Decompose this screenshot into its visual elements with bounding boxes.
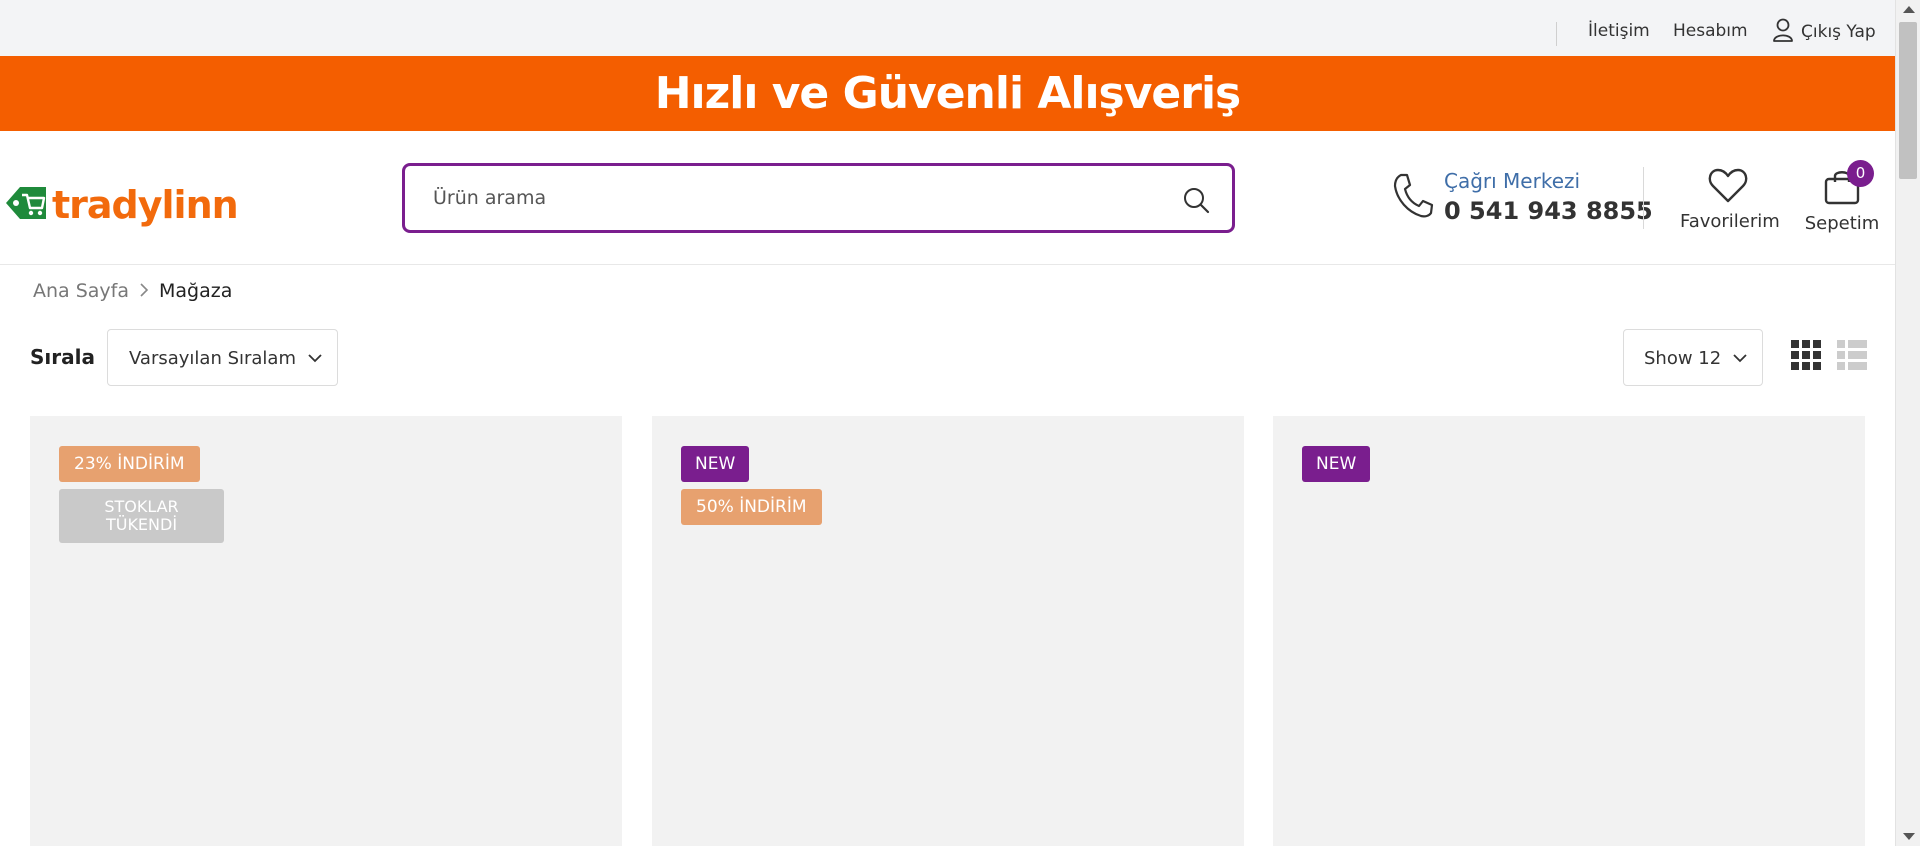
shopping-cart-tag-icon: [2, 181, 50, 229]
breadcrumb: Ana Sayfa Mağaza: [33, 280, 232, 302]
logout-link[interactable]: Çıkış Yap: [1772, 18, 1876, 46]
shopping-bag-icon: [1822, 171, 1862, 209]
logout-label: Çıkış Yap: [1801, 22, 1876, 42]
search-box: [402, 163, 1235, 233]
out-of-stock-badge: STOKLAR TÜKENDİ: [59, 489, 224, 543]
new-badge: NEW: [681, 446, 750, 482]
cart-count-badge: 0: [1847, 160, 1874, 187]
call-center: Çağrı Merkezi 0 541 943 8855: [1392, 169, 1653, 225]
top-utility-bar: İletişim Hesabım Çıkış Yap: [0, 0, 1895, 56]
user-icon: [1772, 18, 1794, 46]
call-center-label: Çağrı Merkezi: [1444, 169, 1581, 193]
promo-banner: Hızlı ve Güvenli Alışveriş: [0, 56, 1895, 131]
site-header: tradylinn Çağrı Merkezi 0 541 943 8855 F…: [0, 131, 1895, 265]
sort-dropdown[interactable]: Varsayılan Sıralama: [107, 329, 338, 386]
search-icon[interactable]: [1182, 186, 1210, 218]
new-badge: NEW: [1302, 446, 1371, 482]
scrollbar-thumb[interactable]: [1899, 22, 1917, 179]
stock-badge-line2: TÜKENDİ: [105, 515, 178, 534]
topbar-divider: [1556, 22, 1557, 46]
breadcrumb-home[interactable]: Ana Sayfa: [33, 280, 129, 302]
favorites-label: Favorilerim: [1680, 211, 1780, 232]
favorites-button[interactable]: Favorilerim: [1680, 167, 1780, 232]
call-center-phone[interactable]: 0 541 943 8855: [1444, 197, 1653, 225]
scroll-up-arrow-icon[interactable]: [1903, 6, 1915, 13]
promo-text: Hızlı ve Güvenli Alışveriş: [654, 68, 1242, 119]
page-scrollbar[interactable]: [1895, 0, 1920, 846]
sort-selected-value: Varsayılan Sıralama: [129, 348, 297, 369]
product-card[interactable]: NEW: [1273, 416, 1865, 846]
chevron-down-icon: [307, 350, 323, 370]
discount-badge: 50% İNDİRİM: [681, 489, 822, 525]
breadcrumb-current: Mağaza: [159, 280, 233, 302]
logo-text: tradylinn: [52, 183, 239, 227]
contact-link[interactable]: İletişim: [1588, 21, 1650, 41]
show-count-dropdown[interactable]: Show 12: [1623, 329, 1763, 386]
scroll-down-arrow-icon[interactable]: [1903, 833, 1915, 840]
header-divider: [1643, 167, 1644, 229]
product-card[interactable]: 23% İNDİRİM STOKLAR TÜKENDİ: [30, 416, 622, 846]
grid-view-icon[interactable]: [1791, 340, 1821, 374]
discount-badge: 23% İNDİRİM: [59, 446, 200, 482]
chevron-down-icon: [1732, 350, 1748, 370]
sort-label: Sırala: [30, 345, 95, 369]
cart-label: Sepetim: [1804, 213, 1880, 234]
search-input[interactable]: [433, 184, 1133, 212]
cart-button[interactable]: 0 Sepetim: [1800, 160, 1884, 234]
show-selected-value: Show 12: [1644, 348, 1722, 369]
list-view-icon[interactable]: [1837, 340, 1867, 374]
phone-icon: [1392, 172, 1434, 222]
stock-badge-line1: STOKLAR: [104, 497, 179, 516]
heart-icon: [1708, 168, 1748, 207]
product-card[interactable]: NEW 50% İNDİRİM: [652, 416, 1244, 846]
account-link[interactable]: Hesabım: [1673, 21, 1748, 41]
chevron-right-icon: [139, 282, 149, 301]
site-logo[interactable]: tradylinn: [2, 181, 239, 229]
